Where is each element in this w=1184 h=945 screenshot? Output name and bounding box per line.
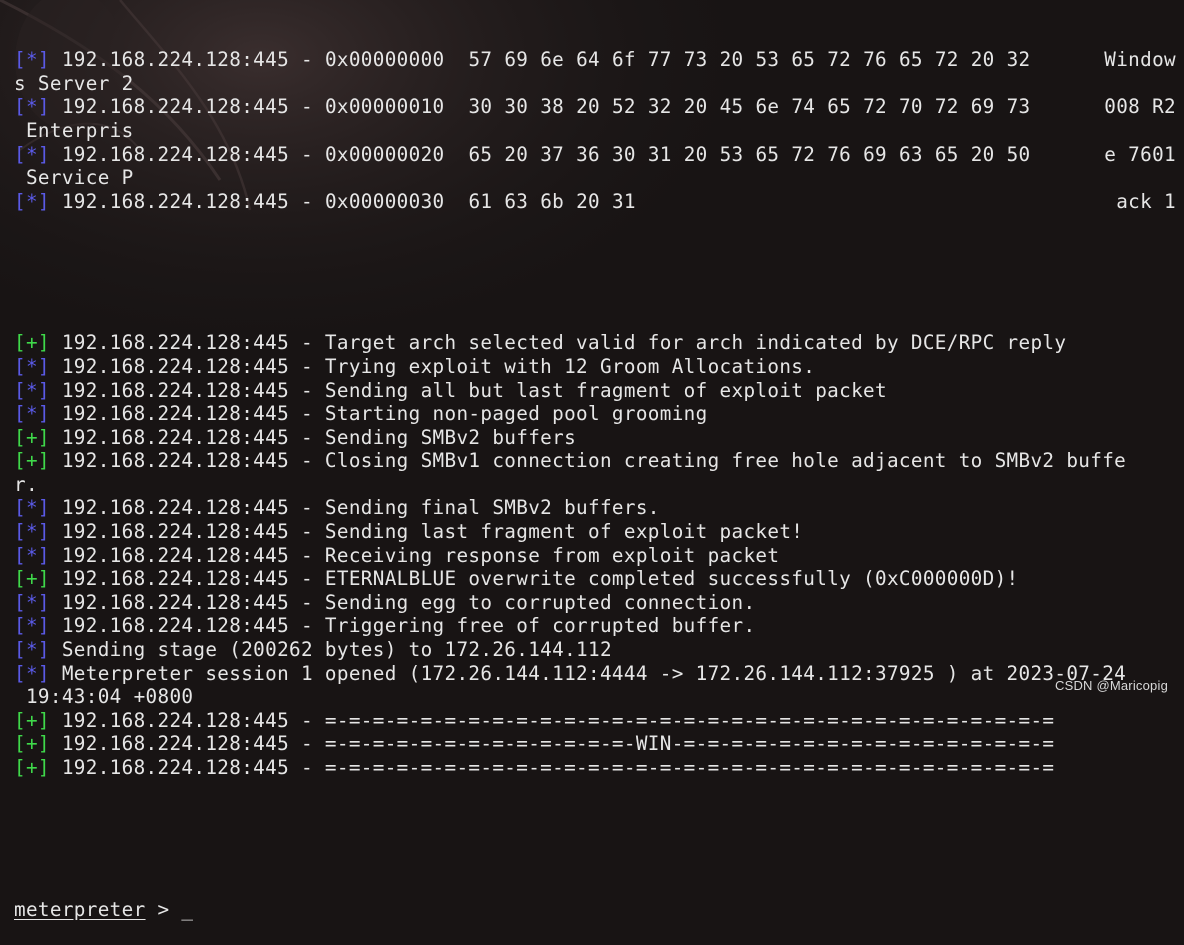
log-line: [*] 192.168.224.128:445 - Sending all bu… <box>14 379 1176 403</box>
status-prefix: [*] <box>14 614 50 638</box>
log-text: Sending stage (200262 bytes) to 172.26.1… <box>49 638 612 662</box>
command-prompt-line[interactable]: meterpreter > _ <box>14 898 1176 922</box>
status-prefix: [*] <box>14 496 50 520</box>
log-text: 192.168.224.128:445 - Sending all but la… <box>49 378 887 402</box>
log-line: [*] 192.168.224.128:445 - Sending final … <box>14 496 1176 520</box>
log-text: 192.168.224.128:445 - Triggering free of… <box>49 614 756 638</box>
log-text: 192.168.224.128:445 - =-=-=-=-=-=-=-=-=-… <box>49 708 1055 732</box>
hex-ascii-wrap: Service P <box>14 166 134 190</box>
log-line: [*] 192.168.224.128:445 - Trying exploit… <box>14 355 1176 379</box>
status-prefix: [*] <box>14 543 50 567</box>
text-cursor[interactable]: _ <box>181 898 193 922</box>
status-prefix: [*] <box>14 48 50 72</box>
hex-dump-row: [*] 192.168.224.128:445 - 0x00000010 30 … <box>14 95 1176 119</box>
log-text: 192.168.224.128:445 - Sending last fragm… <box>49 520 804 544</box>
log-line: [*] 192.168.224.128:445 - Sending last f… <box>14 520 1176 544</box>
log-line: [+] 192.168.224.128:445 - =-=-=-=-=-=-=-… <box>14 732 1176 756</box>
host-address: 192.168.224.128:445 <box>61 95 290 119</box>
log-line: [+] 192.168.224.128:445 - Target arch se… <box>14 331 1176 355</box>
hex-offset: 0x00000020 <box>324 142 445 166</box>
hex-ascii: Window <box>1104 48 1176 72</box>
log-line: [+] 192.168.224.128:445 - =-=-=-=-=-=-=-… <box>14 709 1176 733</box>
separator: - <box>289 189 325 213</box>
status-prefix: [+] <box>14 567 50 591</box>
log-line: [*] 192.168.224.128:445 - Triggering fre… <box>14 614 1176 638</box>
meterpreter-prompt: meterpreter <box>14 897 146 921</box>
hex-bytes: 65 20 37 36 30 31 20 53 65 72 76 69 63 6… <box>468 142 1031 166</box>
host-address: 192.168.224.128:445 <box>61 48 290 72</box>
log-line: r. <box>14 473 1176 497</box>
watermark: CSDN @Maricopig <box>1055 678 1168 693</box>
status-prefix: [*] <box>14 95 50 119</box>
status-prefix: [*] <box>14 378 50 402</box>
hex-ascii-wrap: Enterpris <box>14 118 134 142</box>
log-line: [*] Meterpreter session 1 opened (172.26… <box>14 662 1176 686</box>
status-prefix: [+] <box>14 425 50 449</box>
log-line: [*] 192.168.224.128:445 - Starting non-p… <box>14 402 1176 426</box>
status-prefix: [*] <box>14 189 50 213</box>
hex-dump-row: [*] 192.168.224.128:445 - 0x00000000 57 … <box>14 48 1176 72</box>
status-prefix: [*] <box>14 638 50 662</box>
log-text: 192.168.224.128:445 - Sending egg to cor… <box>49 590 756 614</box>
terminal-output: [*] 192.168.224.128:445 - 0x00000000 57 … <box>14 1 1176 945</box>
separator: - <box>289 142 325 166</box>
log-line: [+] 192.168.224.128:445 - ETERNALBLUE ov… <box>14 567 1176 591</box>
log-text: 192.168.224.128:445 - =-=-=-=-=-=-=-=-=-… <box>49 732 1055 756</box>
log-text: Meterpreter session 1 opened (172.26.144… <box>49 661 1127 685</box>
status-prefix: [+] <box>14 449 50 473</box>
hex-bytes: 57 69 6e 64 6f 77 73 20 53 65 72 76 65 7… <box>468 48 1031 72</box>
status-prefix: [*] <box>14 402 50 426</box>
hex-bytes: 30 30 38 20 52 32 20 45 6e 74 65 72 70 7… <box>468 95 1031 119</box>
status-prefix: [*] <box>14 520 50 544</box>
status-prefix: [+] <box>14 708 50 732</box>
separator: - <box>289 95 325 119</box>
log-line: 19:43:04 +0800 <box>14 685 1176 709</box>
log-text: 192.168.224.128:445 - Trying exploit wit… <box>49 354 816 378</box>
status-prefix: [*] <box>14 661 50 685</box>
hex-ascii: e 7601 <box>1104 142 1176 166</box>
log-line: [*] Sending stage (200262 bytes) to 172.… <box>14 638 1176 662</box>
log-text: 192.168.224.128:445 - =-=-=-=-=-=-=-=-=-… <box>49 756 1055 779</box>
log-text: 192.168.224.128:445 - ETERNALBLUE overwr… <box>49 567 1019 591</box>
prompt-symbol: > <box>145 897 182 921</box>
status-prefix: [+] <box>14 331 50 355</box>
log-text: 19:43:04 +0800 <box>14 685 194 709</box>
host-address: 192.168.224.128:445 <box>61 142 290 166</box>
log-line: [+] 192.168.224.128:445 - Sending SMBv2 … <box>14 426 1176 450</box>
hex-dump-row: [*] 192.168.224.128:445 - 0x00000030 61 … <box>14 190 1176 214</box>
log-text: r. <box>14 472 38 496</box>
hex-ascii-wrap: s Server 2 <box>14 71 134 95</box>
log-text: 192.168.224.128:445 - Target arch select… <box>49 331 1067 355</box>
status-prefix: [*] <box>14 590 50 614</box>
hex-offset: 0x00000000 <box>324 48 445 72</box>
hex-ascii: ack 1 <box>1116 189 1176 213</box>
log-line: [+] 192.168.224.128:445 - =-=-=-=-=-=-=-… <box>14 756 1176 780</box>
status-prefix: [*] <box>14 354 50 378</box>
log-text: 192.168.224.128:445 - Closing SMBv1 conn… <box>49 449 1127 473</box>
host-address: 192.168.224.128:445 <box>61 189 290 213</box>
log-line: [*] 192.168.224.128:445 - Receiving resp… <box>14 544 1176 568</box>
hex-ascii: 008 R2 <box>1104 95 1176 119</box>
log-line: [+] 192.168.224.128:445 - Closing SMBv1 … <box>14 449 1176 473</box>
hex-dump-row: [*] 192.168.224.128:445 - 0x00000020 65 … <box>14 143 1176 167</box>
status-prefix: [*] <box>14 142 50 166</box>
hex-offset: 0x00000010 <box>324 95 445 119</box>
log-text: 192.168.224.128:445 - Sending final SMBv… <box>49 496 660 520</box>
log-text: 192.168.224.128:445 - Receiving response… <box>49 543 780 567</box>
status-prefix: [+] <box>14 732 50 756</box>
hex-dump-block: [*] 192.168.224.128:445 - 0x00000000 57 … <box>14 48 1176 213</box>
log-block: [+] 192.168.224.128:445 - Target arch se… <box>14 331 1176 779</box>
log-text: 192.168.224.128:445 - Starting non-paged… <box>49 402 708 426</box>
hex-offset: 0x00000030 <box>324 189 445 213</box>
status-prefix: [+] <box>14 756 50 779</box>
hex-bytes: 61 63 6b 20 31 <box>468 189 636 213</box>
log-line: [*] 192.168.224.128:445 - Sending egg to… <box>14 591 1176 615</box>
log-text: 192.168.224.128:445 - Sending SMBv2 buff… <box>49 425 577 449</box>
separator: - <box>289 48 325 72</box>
